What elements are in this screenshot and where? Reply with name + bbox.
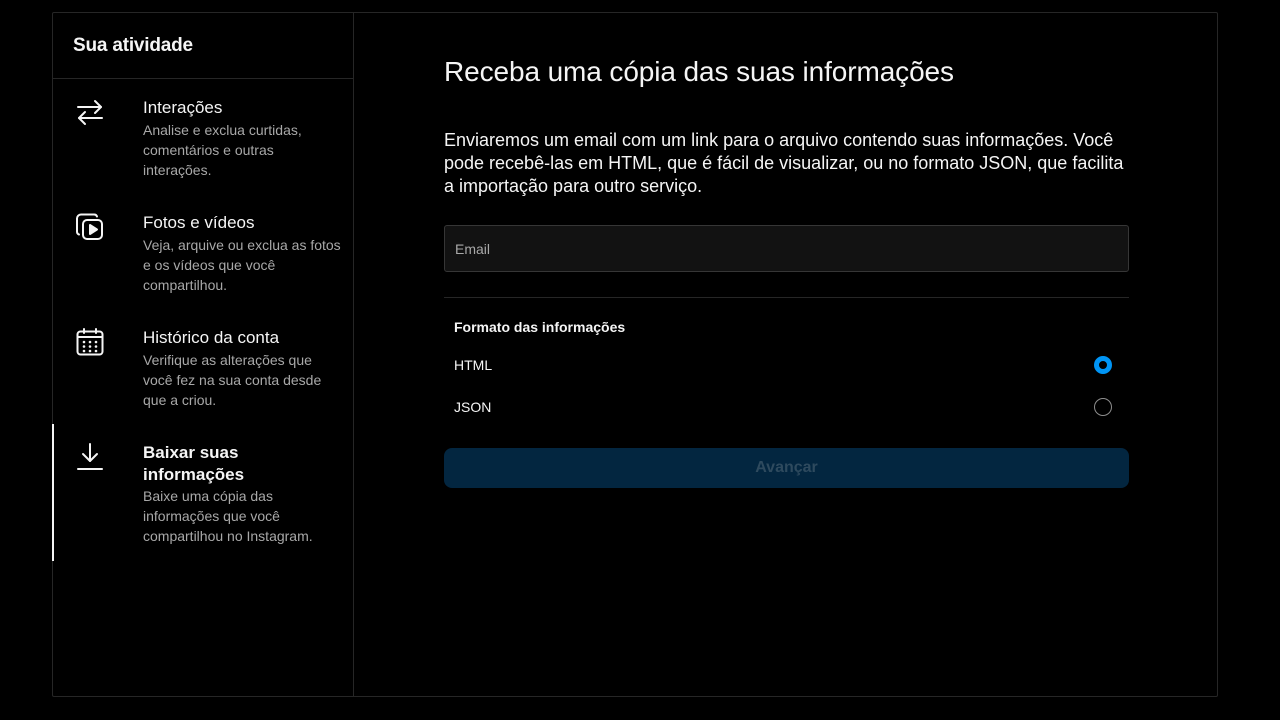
sidebar-item-download-information[interactable]: Baixar suas informações Baixe uma cópia … bbox=[53, 442, 353, 562]
radio-unchecked-icon[interactable] bbox=[1094, 398, 1112, 416]
email-field[interactable] bbox=[444, 225, 1129, 272]
format-option-label: JSON bbox=[454, 399, 492, 415]
sidebar: Sua atividade Interações Analise e exclu… bbox=[52, 13, 354, 696]
sidebar-item-title: Baixar suas informações bbox=[143, 443, 245, 484]
sidebar-item-description: Baixe uma cópia das informações que você… bbox=[143, 488, 313, 544]
radio-checked-icon[interactable] bbox=[1094, 356, 1112, 374]
sidebar-item-title: Histórico da conta bbox=[143, 328, 280, 347]
sidebar-item-description: Analise e exclua curtidas, comentários e… bbox=[143, 122, 302, 178]
page-title: Receba uma cópia das suas informações bbox=[444, 56, 954, 87]
next-button[interactable]: Avançar bbox=[444, 448, 1129, 488]
divider bbox=[444, 297, 1129, 298]
sidebar-item-interactions[interactable]: Interações Analise e exclua curtidas, co… bbox=[53, 97, 353, 197]
sidebar-item-title: Interações bbox=[143, 98, 223, 117]
active-indicator bbox=[52, 424, 54, 561]
sidebar-item-account-history[interactable]: Histórico da conta Verifique as alteraçõ… bbox=[53, 327, 353, 427]
format-option-html[interactable]: HTML bbox=[444, 351, 1129, 381]
sidebar-item-photos-videos[interactable]: Fotos e vídeos Veja, arquive ou exclua a… bbox=[53, 212, 353, 312]
sidebar-item-description: Verifique as alterações que você fez na … bbox=[143, 352, 322, 408]
page-description: Enviaremos um email com um link para o a… bbox=[444, 130, 1124, 196]
format-option-json[interactable]: JSON bbox=[444, 393, 1129, 423]
format-label: Formato das informações bbox=[454, 319, 626, 335]
sidebar-item-title: Fotos e vídeos bbox=[143, 213, 255, 232]
download-icon bbox=[75, 442, 105, 472]
sidebar-item-description: Veja, arquive ou exclua as fotos e os ví… bbox=[143, 237, 341, 293]
photos-videos-icon bbox=[75, 212, 105, 242]
sidebar-title: Sua atividade bbox=[53, 13, 353, 79]
calendar-icon bbox=[75, 327, 105, 357]
format-option-label: HTML bbox=[454, 357, 493, 373]
activity-window: Sua atividade Interações Analise e exclu… bbox=[52, 12, 1218, 697]
arrows-swap-icon bbox=[75, 97, 105, 127]
